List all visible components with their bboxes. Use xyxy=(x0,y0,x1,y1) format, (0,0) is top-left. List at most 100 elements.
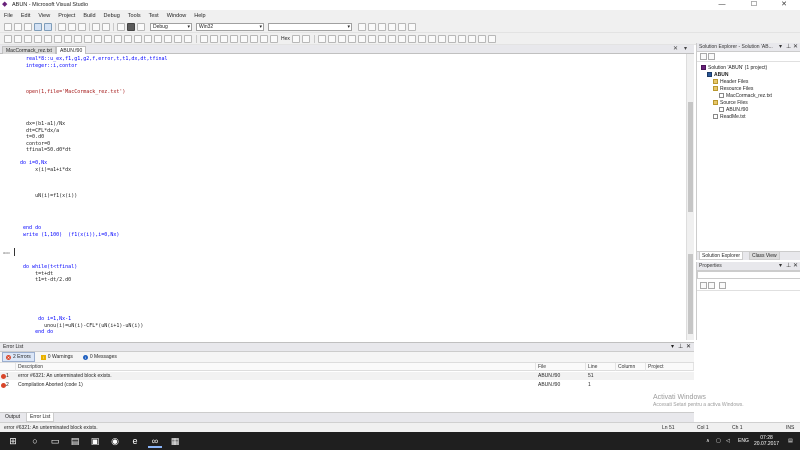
make-same-height-icon[interactable] xyxy=(398,35,406,43)
menu-tools[interactable]: Tools xyxy=(124,13,145,19)
menu-debug[interactable]: Debug xyxy=(100,13,124,19)
column-column[interactable]: Column xyxy=(616,363,646,371)
windows-start-icon[interactable]: ⊞ xyxy=(6,434,20,448)
tab-solution-explorer[interactable]: Solution Explorer xyxy=(699,252,744,260)
properties-icon[interactable] xyxy=(378,23,386,31)
menu-test[interactable]: Test xyxy=(145,13,163,19)
properties-object-combo[interactable] xyxy=(697,271,800,279)
maximize-button[interactable]: ☐ xyxy=(740,0,768,10)
vspace-decrease-icon[interactable] xyxy=(478,35,486,43)
pin-icon[interactable]: ⊥ xyxy=(678,343,683,352)
uncomment-icon[interactable] xyxy=(94,35,102,43)
menu-project[interactable]: Project xyxy=(54,13,79,19)
column-description[interactable]: Description xyxy=(16,363,536,371)
solution-platform-combo[interactable]: Win32 ▾ xyxy=(196,23,264,31)
align-icon[interactable] xyxy=(154,35,162,43)
align-tops-icon[interactable] xyxy=(358,35,366,43)
undo-icon[interactable] xyxy=(92,23,100,31)
list-members-icon[interactable] xyxy=(164,35,172,43)
indent-icon[interactable] xyxy=(64,35,72,43)
close-icon[interactable]: ✕ xyxy=(793,262,798,271)
save-all-icon[interactable] xyxy=(44,23,52,31)
center-horizontally-icon[interactable] xyxy=(488,35,496,43)
navigate-forward-icon[interactable] xyxy=(127,23,135,31)
continue-icon[interactable] xyxy=(200,35,208,43)
quick-info-icon[interactable] xyxy=(184,35,192,43)
tree-item[interactable]: ReadMe.txt xyxy=(713,114,746,121)
clean-icon[interactable] xyxy=(44,35,52,43)
tree-item[interactable]: Resource Files xyxy=(713,86,753,93)
redo-icon[interactable] xyxy=(102,23,110,31)
edge-icon[interactable]: e xyxy=(128,434,142,448)
vspace-equal-icon[interactable] xyxy=(458,35,466,43)
find-in-files-icon[interactable] xyxy=(358,23,366,31)
dropdown-icon[interactable]: ▾ xyxy=(779,262,782,271)
dropdown-icon[interactable]: ▾ xyxy=(671,343,674,352)
layout-icon[interactable] xyxy=(318,35,326,43)
align-centers-icon[interactable] xyxy=(338,35,346,43)
breakpoints-icon[interactable] xyxy=(292,35,300,43)
task-view-icon[interactable]: ▭ xyxy=(48,434,62,448)
start-page-icon[interactable] xyxy=(408,23,416,31)
tree-item[interactable]: Solution 'ABUN' (1 project) xyxy=(701,65,767,72)
column-number[interactable] xyxy=(0,363,16,371)
minimize-button[interactable]: — xyxy=(708,0,736,10)
errors-filter[interactable]: ✕ 2 Errors xyxy=(2,352,35,362)
solution-config-combo[interactable]: Debug ▾ xyxy=(150,23,192,31)
copy-icon[interactable] xyxy=(68,23,76,31)
object-browser-icon[interactable] xyxy=(388,23,396,31)
output-icon[interactable] xyxy=(302,35,310,43)
menu-window[interactable]: Window xyxy=(163,13,191,19)
messages-filter[interactable]: i 0 Messages xyxy=(79,352,121,362)
tab-maccormack-rez[interactable]: MacCormack_rez.txt xyxy=(2,46,56,54)
prev-bookmark-icon[interactable] xyxy=(114,35,122,43)
tree-item[interactable]: MacCormack_rez.txt xyxy=(719,93,772,100)
pin-icon[interactable]: ⊥ xyxy=(786,262,791,271)
align-lefts-icon[interactable] xyxy=(328,35,336,43)
start-icon[interactable] xyxy=(137,23,145,31)
dropdown-icon[interactable]: ▾ xyxy=(779,43,782,52)
step-out-icon[interactable] xyxy=(270,35,278,43)
visual-studio-taskbar-icon[interactable]: ∞ xyxy=(148,434,162,448)
close-icon[interactable]: ✕ xyxy=(793,43,798,52)
notifications-icon[interactable]: ▤ xyxy=(788,432,793,450)
outdent-icon[interactable] xyxy=(74,35,82,43)
compile-icon[interactable] xyxy=(54,35,62,43)
hex-toggle[interactable]: Hex xyxy=(281,35,290,43)
error-row[interactable]: 2 Compilation Aborted (code 1) ABUN.f90 1 xyxy=(0,381,694,389)
break-all-icon[interactable] xyxy=(210,35,218,43)
tree-item[interactable]: Source Files xyxy=(713,100,748,107)
align-rights-icon[interactable] xyxy=(348,35,356,43)
paste-icon[interactable] xyxy=(78,23,86,31)
vspace-increase-icon[interactable] xyxy=(468,35,476,43)
solution-explorer-icon[interactable] xyxy=(368,23,376,31)
menu-help[interactable]: Help xyxy=(190,13,209,19)
properties-icon[interactable] xyxy=(700,53,707,60)
categorized-icon[interactable] xyxy=(700,282,707,289)
menu-view[interactable]: View xyxy=(34,13,54,19)
toolbox-icon[interactable] xyxy=(398,23,406,31)
tree-item[interactable]: Header Files xyxy=(713,79,748,86)
hspace-decrease-icon[interactable] xyxy=(448,35,456,43)
step-into-icon[interactable] xyxy=(250,35,258,43)
new-project-icon[interactable] xyxy=(4,23,12,31)
tab-error-list[interactable]: Error List xyxy=(26,413,55,422)
active-files-dropdown-icon[interactable]: ▾ xyxy=(684,45,687,54)
rebuild-icon[interactable] xyxy=(24,35,32,43)
hspace-increase-icon[interactable] xyxy=(438,35,446,43)
pin-icon[interactable]: ⊥ xyxy=(786,43,791,52)
build-icon[interactable] xyxy=(4,35,12,43)
find-combo[interactable]: ▾ xyxy=(268,23,352,31)
column-file[interactable]: File xyxy=(536,363,586,371)
search-icon[interactable]: ○ xyxy=(28,434,42,448)
column-line[interactable]: Line xyxy=(586,363,616,371)
scrollbar-thumb[interactable] xyxy=(688,102,693,212)
tab-output[interactable]: Output xyxy=(2,413,23,422)
tree-item[interactable]: ABUN xyxy=(707,72,728,79)
save-icon[interactable] xyxy=(34,23,42,31)
volume-icon[interactable]: ◁ xyxy=(726,432,730,450)
alphabetical-icon[interactable] xyxy=(708,282,715,289)
warnings-filter[interactable]: ! 0 Warnings xyxy=(37,352,77,362)
step-over-icon[interactable] xyxy=(260,35,268,43)
file-explorer-icon[interactable]: ▤ xyxy=(68,434,82,448)
